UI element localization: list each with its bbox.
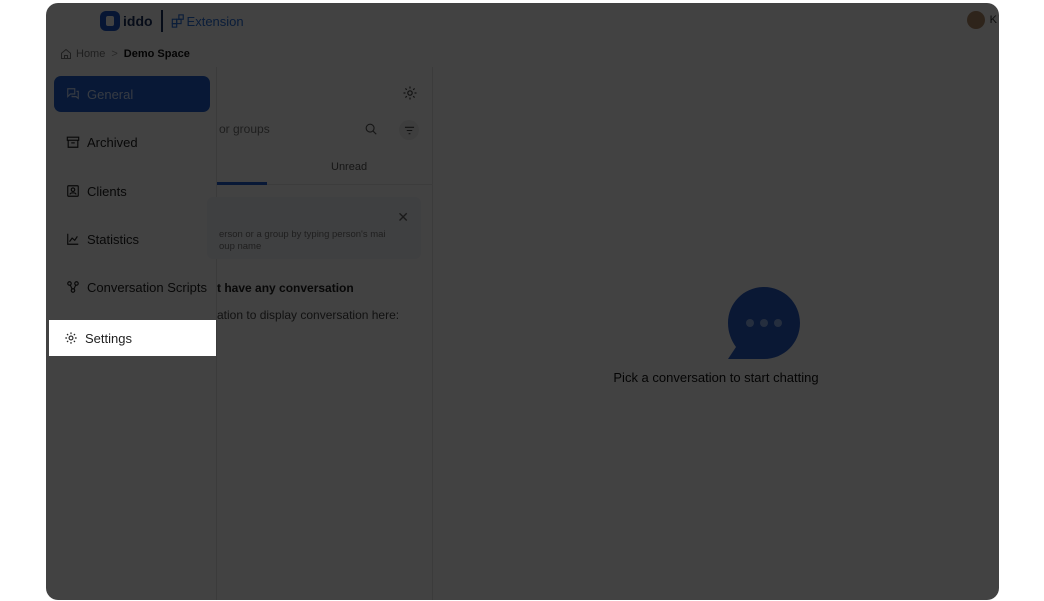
sidebar-item-conversation-scripts[interactable]: Conversation Scripts <box>54 269 210 305</box>
info-banner-text: erson or a group by typing person's mai … <box>207 229 412 253</box>
search-icon[interactable] <box>364 122 378 136</box>
contact-card-icon <box>67 185 79 197</box>
logo-text: iddo <box>123 13 153 29</box>
conversation-tabs: Unread <box>217 153 433 185</box>
conversation-list-panel: Unread ✕ erson or a group by typing pers… <box>207 67 433 600</box>
empty-chat-message: Pick a conversation to start chatting <box>613 370 819 385</box>
app-logo[interactable]: iddo Extension <box>100 10 244 32</box>
breadcrumb-current: Demo Space <box>123 48 190 60</box>
sidebar-item-label: Statistics <box>87 231 140 247</box>
chart-icon <box>67 233 79 245</box>
filter-button[interactable] <box>399 120 419 140</box>
search-input[interactable] <box>217 119 367 139</box>
logo-mark-icon <box>100 11 120 31</box>
panel-settings-gear-icon[interactable] <box>402 85 418 101</box>
sidebar-item-clients[interactable]: Clients <box>54 173 210 209</box>
breadcrumb: Home > Demo Space <box>60 48 190 60</box>
breadcrumb-separator: > <box>111 48 118 60</box>
user-avatar[interactable] <box>967 11 985 29</box>
gear-icon <box>65 332 77 344</box>
empty-list-title: t have any conversation <box>217 281 354 295</box>
info-banner: ✕ erson or a group by typing person's ma… <box>207 197 421 259</box>
tab-unread[interactable]: Unread <box>331 161 367 173</box>
sidebar-item-statistics[interactable]: Statistics <box>54 221 210 257</box>
chat-main-area: Pick a conversation to start chatting <box>433 67 999 600</box>
info-banner-line-2: oup name <box>219 241 262 252</box>
flow-icon <box>67 281 79 293</box>
app-window: iddo Extension K Home > Demo Space Gener… <box>46 3 999 600</box>
sidebar-item-label: Clients <box>87 183 127 199</box>
sidebar-item-label: General <box>87 86 134 102</box>
sidebar-item-settings[interactable]: Settings <box>49 320 216 356</box>
user-initials: K <box>989 14 997 26</box>
sidebar-item-archived[interactable]: Archived <box>54 124 210 160</box>
info-banner-line-1: erson or a group by typing person's mai <box>219 229 386 240</box>
breadcrumb-home[interactable]: Home <box>76 48 105 60</box>
sidebar-item-label: Conversation Scripts <box>87 279 207 295</box>
close-icon[interactable]: ✕ <box>397 209 409 226</box>
tab-all-active-indicator[interactable] <box>217 182 267 185</box>
archive-icon <box>66 136 80 148</box>
home-icon <box>61 48 71 59</box>
sidebar-item-label: Archived <box>87 134 138 150</box>
chat-bubble-icon <box>728 287 800 359</box>
extension-label: Extension <box>186 13 244 29</box>
empty-list-subtitle: ation to display conversation here: <box>217 308 400 322</box>
logo-separator <box>160 10 163 32</box>
filter-icon <box>404 126 414 134</box>
extension-icon <box>171 14 184 28</box>
chat-icon <box>67 88 79 100</box>
app-header: iddo Extension K <box>46 3 999 39</box>
sidebar-item-general[interactable]: General <box>54 76 210 112</box>
sidebar-item-label: Settings <box>85 330 132 346</box>
